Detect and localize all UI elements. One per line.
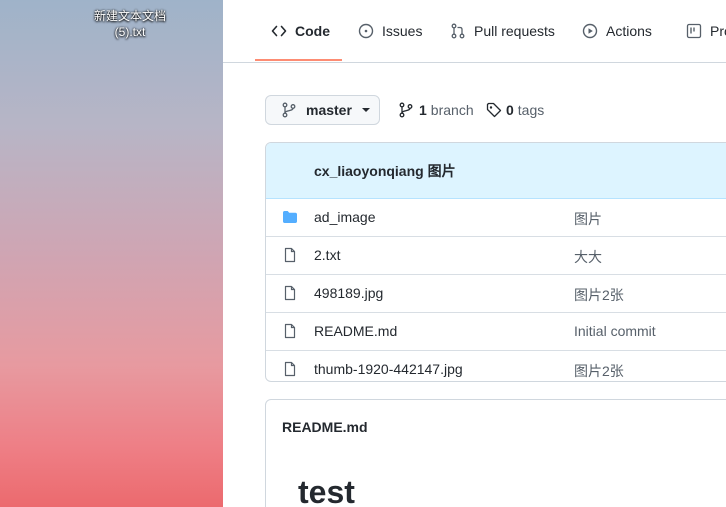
latest-commit-bar: cx_liaoyonqiang 图片	[266, 143, 726, 199]
repo-page: Code Issues Pull requests Actions Pr mas…	[223, 0, 726, 507]
tab-issues-label: Issues	[382, 22, 423, 39]
desktop-file-icon[interactable]: 新建文本文档 (5).txt	[82, 8, 178, 40]
commit-message[interactable]: 图片	[574, 209, 602, 229]
file-name[interactable]: README.md	[314, 323, 397, 339]
project-icon	[686, 23, 702, 38]
code-icon	[271, 25, 287, 36]
file-icon	[284, 361, 296, 377]
table-row[interactable]: ad_image 图片	[266, 199, 726, 236]
file-name[interactable]: 498189.jpg	[314, 285, 383, 301]
file-name[interactable]: 2.txt	[314, 247, 340, 263]
file-name[interactable]: ad_image	[314, 209, 376, 225]
file-name[interactable]: thumb-1920-442147.jpg	[314, 361, 463, 377]
file-icon	[284, 323, 296, 339]
file-list: cx_liaoyonqiang 图片 ad_image 图片 2.txt 大大 …	[265, 142, 726, 382]
branch-word: branch	[430, 102, 474, 118]
table-row[interactable]: 2.txt 大大	[266, 236, 726, 274]
commit-message[interactable]: Initial commit	[574, 323, 656, 339]
branch-select-button[interactable]: master	[265, 95, 380, 125]
readme-heading: test	[298, 474, 355, 507]
readme-title[interactable]: README.md	[282, 419, 368, 435]
desktop-file-label-line1: 新建文本文档	[93, 9, 166, 23]
file-icon	[284, 285, 296, 301]
table-row[interactable]: 498189.jpg 图片2张	[266, 274, 726, 312]
issue-icon	[358, 23, 374, 38]
commit-message[interactable]: 大大	[574, 247, 602, 267]
latest-commit-text[interactable]: cx_liaoyonqiang 图片	[314, 161, 456, 181]
tab-code-label: Code	[295, 22, 330, 39]
pull-request-icon	[451, 23, 465, 38]
file-icon	[284, 247, 296, 263]
branch-icon	[282, 102, 296, 118]
branches-link[interactable]: 1 branch	[399, 100, 474, 120]
tab-projects[interactable]: Pro	[686, 0, 726, 61]
desktop-wallpaper: 新建文本文档 (5).txt	[0, 0, 223, 507]
branch-icon	[399, 102, 413, 118]
repo-tab-bar: Code Issues Pull requests Actions Pr	[223, 0, 726, 63]
tab-pull-requests[interactable]: Pull requests	[450, 0, 555, 61]
play-icon	[582, 23, 598, 38]
tag-word: tags	[517, 102, 545, 118]
tags-link[interactable]: 0 tags	[486, 100, 544, 120]
tag-icon	[486, 102, 502, 118]
tab-code[interactable]: Code	[271, 0, 330, 61]
branch-count: 1	[419, 102, 427, 118]
chevron-down-icon	[361, 108, 370, 112]
tab-projects-label: Pro	[710, 22, 726, 39]
tab-issues[interactable]: Issues	[358, 0, 422, 61]
commit-message[interactable]: 图片2张	[574, 285, 624, 305]
active-tab-underline	[255, 59, 342, 61]
folder-icon	[283, 211, 297, 223]
desktop-file-label-line2: (5).txt	[114, 25, 146, 39]
tab-pull-requests-label: Pull requests	[474, 22, 555, 39]
tab-actions-label: Actions	[606, 22, 652, 39]
commit-message[interactable]: 图片2张	[574, 361, 624, 381]
table-row[interactable]: thumb-1920-442147.jpg 图片2张	[266, 350, 726, 381]
readme-panel: README.md test	[265, 399, 726, 507]
table-row[interactable]: README.md Initial commit	[266, 312, 726, 350]
tab-actions[interactable]: Actions	[582, 0, 652, 61]
branch-name: master	[306, 102, 352, 118]
tag-count: 0	[506, 102, 514, 118]
